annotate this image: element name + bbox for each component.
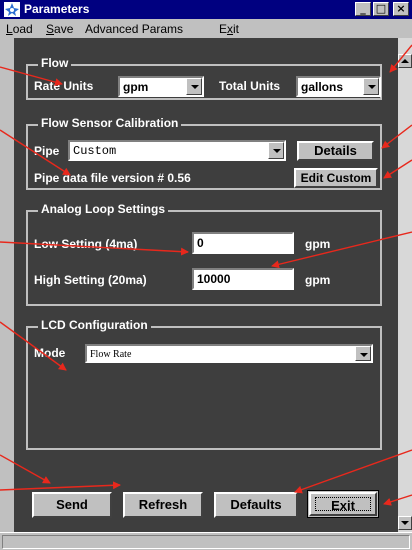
pipe-data-version: Pipe data file version # 0.56 (34, 171, 191, 185)
refresh-button[interactable]: Refresh (123, 492, 203, 518)
chevron-down-icon[interactable] (186, 78, 202, 95)
lcd-configuration-group: LCD Configuration Mode Flow Rate (26, 318, 382, 450)
minimize-button[interactable]: _ (355, 2, 371, 16)
title-bar[interactable]: Parameters _ □ × (0, 0, 412, 19)
flow-group: Flow Rate Units gpm Total Units gallons (26, 56, 382, 100)
low-setting-unit: gpm (305, 237, 331, 251)
analog-group-title: Analog Loop Settings (38, 202, 168, 216)
menu-load[interactable]: Load (6, 22, 33, 36)
total-units-select[interactable]: gallons (296, 76, 381, 97)
chevron-down-icon[interactable] (268, 142, 284, 159)
mode-label: Mode (34, 346, 66, 360)
lcd-group-title: LCD Configuration (38, 318, 151, 332)
parameters-panel: Flow Rate Units gpm Total Units gallons … (14, 38, 398, 532)
app-icon (4, 2, 20, 17)
low-setting-label: Low Setting (4ma) (34, 237, 138, 251)
scroll-up-arrow-icon[interactable] (398, 54, 412, 68)
pipe-label: Pipe (34, 144, 60, 158)
menu-advanced-params[interactable]: Advanced Params (85, 22, 183, 36)
send-button[interactable]: Send (32, 492, 112, 518)
calibration-group-title: Flow Sensor Calibration (38, 116, 182, 130)
maximize-button[interactable]: □ (373, 2, 389, 16)
high-setting-label: High Setting (20ma) (34, 273, 147, 287)
mode-value: Flow Rate (90, 349, 132, 360)
flow-group-title: Flow (38, 56, 72, 70)
total-units-label: Total Units (219, 79, 281, 93)
high-setting-input[interactable]: 10000 (192, 268, 294, 290)
left-edge (0, 38, 14, 532)
chevron-down-icon[interactable] (355, 346, 371, 361)
exit-button[interactable]: Exit (307, 490, 379, 518)
menu-bar: Load Save Advanced Params Exit (0, 19, 412, 38)
edit-custom-button[interactable]: Edit Custom (294, 168, 378, 188)
pipe-select[interactable]: Custom (68, 140, 286, 161)
defaults-button[interactable]: Defaults (214, 492, 298, 518)
status-pane (2, 535, 410, 549)
menu-exit[interactable]: Exit (219, 22, 239, 36)
flow-sensor-calibration-group: Flow Sensor Calibration Pipe Custom Deta… (26, 116, 382, 190)
status-bar (0, 532, 412, 550)
pipe-value: Custom (73, 144, 117, 158)
menu-save[interactable]: Save (46, 22, 73, 36)
rate-units-label: Rate Units (34, 79, 94, 93)
high-setting-unit: gpm (305, 273, 331, 287)
chevron-down-icon[interactable] (363, 78, 379, 95)
window-title: Parameters (24, 2, 90, 16)
total-units-value: gallons (301, 80, 344, 94)
analog-loop-group: Analog Loop Settings Low Setting (4ma) 0… (26, 202, 382, 306)
details-button[interactable]: Details (297, 141, 374, 161)
mode-select[interactable]: Flow Rate (85, 344, 373, 363)
close-button[interactable]: × (393, 2, 409, 16)
rate-units-select[interactable]: gpm (118, 76, 204, 97)
exit-button-label: Exit (315, 497, 371, 513)
parameters-window: Parameters _ □ × Load Save Advanced Para… (0, 0, 412, 550)
rate-units-value: gpm (123, 80, 149, 94)
exit-button-face: Exit (309, 492, 377, 516)
vertical-scrollbar[interactable] (398, 38, 412, 532)
scroll-down-arrow-icon[interactable] (398, 516, 412, 530)
low-setting-input[interactable]: 0 (192, 232, 294, 254)
